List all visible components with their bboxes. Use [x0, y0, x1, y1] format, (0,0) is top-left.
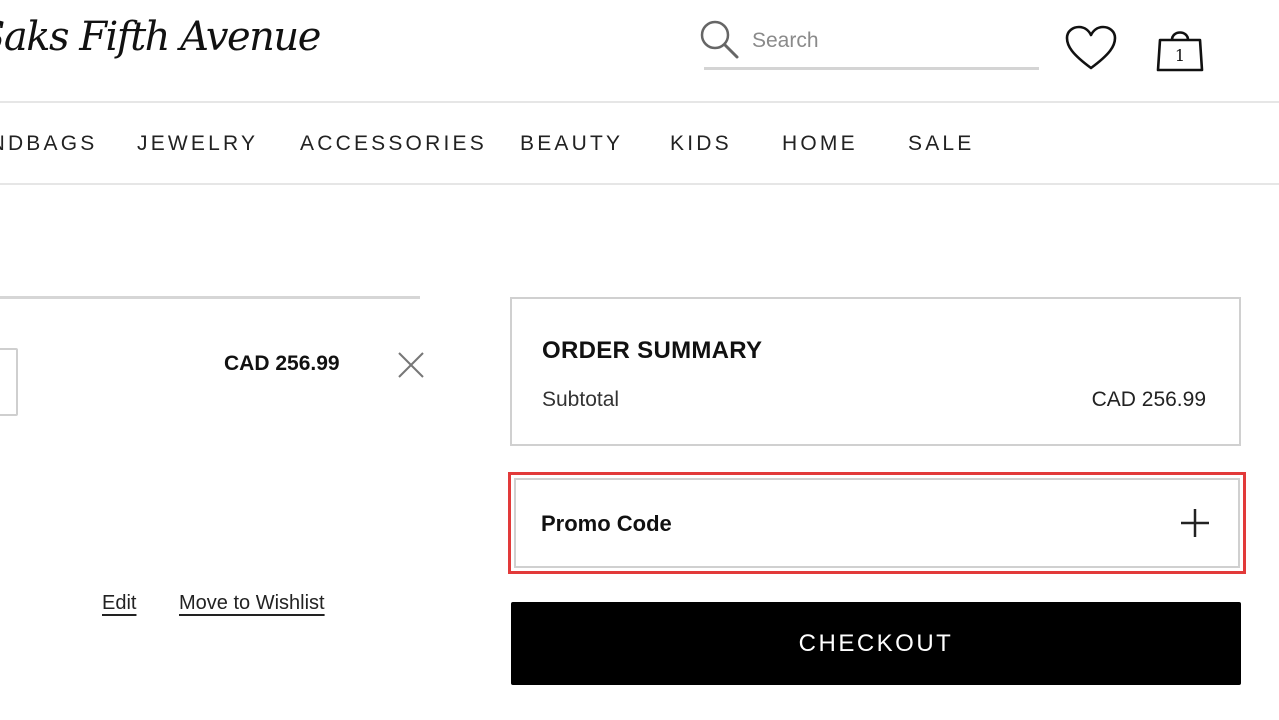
promo-code-toggle[interactable]: Promo Code: [514, 478, 1240, 568]
close-icon[interactable]: [396, 350, 426, 380]
plus-icon[interactable]: [1178, 506, 1212, 540]
nav-item-kids[interactable]: KIDS: [670, 132, 732, 156]
search-icon[interactable]: [698, 18, 740, 60]
promo-code-label: Promo Code: [541, 511, 672, 536]
nav-item-beauty[interactable]: BEAUTY: [520, 132, 623, 156]
checkout-button[interactable]: CHECKOUT: [511, 602, 1241, 685]
nav-item-accessories[interactable]: ACCESSORIES: [300, 132, 487, 156]
order-summary-title: ORDER SUMMARY: [542, 337, 763, 364]
subtotal-label: Subtotal: [542, 388, 620, 411]
nav-item-jewelry[interactable]: JEWELRY: [137, 132, 258, 156]
search-input[interactable]: [752, 24, 1022, 58]
header-divider: [0, 101, 1279, 103]
search-underline: [704, 67, 1039, 70]
bag-count-badge: 1: [1174, 46, 1186, 65]
nav-item-sale[interactable]: SALE: [908, 132, 975, 156]
quantity-select[interactable]: [0, 348, 18, 416]
brand-logo[interactable]: Saks Fifth Avenue: [0, 14, 321, 60]
item-price: CAD 256.99: [224, 352, 340, 375]
heart-icon[interactable]: [1064, 24, 1118, 74]
order-summary: ORDER SUMMARY Subtotal CAD 256.99: [510, 297, 1241, 446]
subtotal-value: CAD 256.99: [1091, 388, 1206, 411]
edit-link[interactable]: Edit: [102, 592, 136, 615]
search-bar[interactable]: [696, 16, 1039, 74]
cart-item-divider: [0, 296, 420, 299]
nav-divider: [0, 183, 1279, 185]
nav-item-home[interactable]: HOME: [782, 132, 858, 156]
move-to-wishlist-link[interactable]: Move to Wishlist: [179, 592, 325, 615]
nav-item-handbags[interactable]: HANDBAGS: [0, 132, 97, 156]
